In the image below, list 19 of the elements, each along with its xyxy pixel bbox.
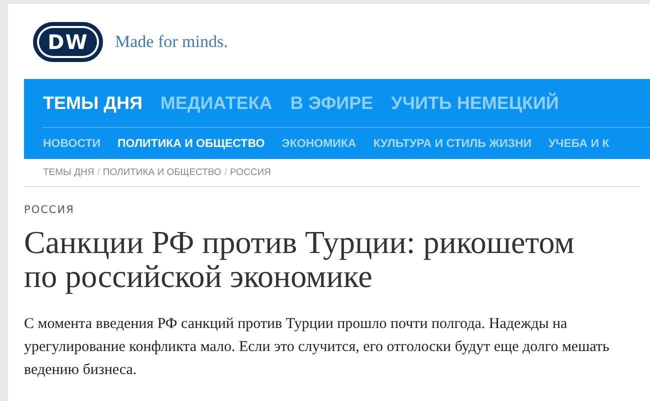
subnav-link[interactable]: ПОЛИТИКА И ОБЩЕСТВО [118,138,265,150]
article-lead: С момента введения РФ санкций против Турции прошло почти полгода. Надежды на урегулирование конфликта мало. Если это случится, его отголоски будут еще долго мешать ведению бизнеса. [24,315,610,380]
subnav-link[interactable]: ЭКОНОМИКА [282,138,356,150]
section-label: РОССИЯ [24,204,76,216]
breadcrumb-link[interactable]: РОССИЯ [230,167,271,178]
nav-tab[interactable]: В ЭФИРЕ [290,92,374,114]
nav-tab[interactable]: МЕДИАТЕКА [160,92,272,114]
breadcrumb-link[interactable]: ТЕМЫ ДНЯ [43,167,94,178]
dw-logo[interactable]: DW [33,22,103,62]
breadcrumb-separator: / [97,167,100,178]
nav-tab[interactable]: УЧИТЬ НЕМЕЦКИЙ [391,92,559,114]
tagline: Made for minds. [115,32,228,52]
breadcrumb-link[interactable]: ПОЛИТИКА И ОБЩЕСТВО [102,167,222,178]
subnav-link[interactable]: КУЛЬТУРА И СТИЛЬ ЖИЗНИ [373,138,532,150]
subnav-link[interactable]: УЧЕБА И К [548,138,610,150]
subnav-link[interactable]: НОВОСТИ [43,138,101,150]
nav-tab[interactable]: ТЕМЫ ДНЯ [43,92,142,114]
breadcrumb-separator: / [224,167,227,178]
article-title: Санкции РФ против Турции: рикошетом по российской экономике [24,225,576,293]
